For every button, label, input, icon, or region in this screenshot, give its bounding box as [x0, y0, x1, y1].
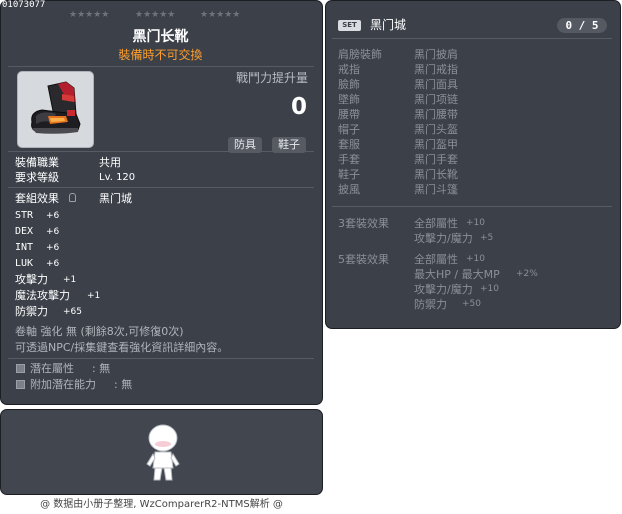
divider: [8, 66, 314, 67]
set-effect-5-label: 5套裝效果: [338, 253, 389, 266]
set-slot-type: 臉飾: [338, 78, 360, 91]
potential-label: 潛在屬性: [30, 362, 74, 375]
stat-value: +65: [63, 307, 82, 317]
set-slot-item: 黑门手套: [414, 153, 458, 166]
set-slot-type: 披風: [338, 183, 360, 196]
set-effect-value: 黑门城: [99, 192, 132, 205]
set-slot-type: 套服: [338, 138, 360, 151]
set-slot-type: 肩膀裝飾: [338, 48, 382, 61]
stat-value: +6: [46, 243, 60, 253]
additional-potential-value: : 無: [114, 378, 133, 391]
set-slot-item: 黑门盔甲: [414, 138, 458, 151]
stat-name: INT: [15, 242, 34, 253]
divider: [8, 151, 314, 152]
set-effect-value: +10: [480, 284, 499, 294]
set-effect-name: 全部屬性: [414, 253, 458, 266]
set-slot-item: 黑门戒指: [414, 63, 458, 76]
additional-potential-bullet-icon: [16, 380, 25, 389]
job-label: 裝備職業: [15, 156, 59, 169]
boot-icon: [31, 81, 81, 134]
star-force-group-1: ★★★★★: [69, 10, 110, 20]
item-icon-frame: [17, 71, 94, 148]
divider: [332, 38, 612, 39]
divider: [332, 206, 612, 207]
set-slot-item: 黑门腰带: [414, 108, 458, 121]
set-slot-item: 黑门头盔: [414, 123, 458, 136]
set-slot-item: 黑门斗篷: [414, 183, 458, 196]
stat-name: STR: [15, 210, 34, 221]
stat-name: LUK: [15, 258, 34, 269]
item-id: 01073077: [2, 0, 46, 10]
stat-name: 攻擊力: [15, 273, 48, 286]
stat-name: 防禦力: [15, 305, 48, 318]
set-slot-type: 戒指: [338, 63, 360, 76]
level-value: Lv. 120: [99, 172, 136, 183]
set-effect-value: +10: [466, 254, 485, 264]
character-avatar: [146, 424, 180, 481]
additional-potential-label: 附加潛在能力: [30, 378, 96, 391]
stat-value: +6: [46, 227, 60, 237]
scroll-info: 卷軸 強化 無 (剩餘8次,可修復0次): [15, 325, 184, 338]
set-name: 黑门城: [370, 18, 407, 32]
stat-value: +1: [63, 275, 77, 285]
star-force-group-3: ★★★★★: [200, 10, 241, 20]
footer-credit: @ 数据由小册子整理, WzComparerR2-NTMS解析 @: [40, 499, 283, 510]
set-effect-name: 最大HP / 最大MP: [414, 268, 500, 281]
avatar-preview-panel: [0, 409, 323, 495]
set-count: 0 / 5: [557, 18, 607, 33]
stat-value: +1: [87, 291, 101, 301]
potential-bullet-icon: [16, 364, 25, 373]
set-effect-label: 套組效果: [15, 192, 59, 205]
set-effect-value: +5: [480, 233, 494, 243]
lock-icon: [69, 193, 76, 202]
job-value: 共用: [99, 156, 121, 169]
stat-name: 魔法攻擊力: [15, 289, 70, 302]
stat-value: +6: [46, 211, 60, 221]
set-slot-type: 墜飾: [338, 93, 360, 106]
set-effect-name: 攻擊力/魔力: [414, 283, 473, 296]
stat-value: +6: [46, 259, 60, 269]
item-name: 黑门长靴: [132, 29, 189, 45]
set-effect-value: +10: [466, 218, 485, 228]
potential-value: : 無: [92, 362, 111, 375]
set-effect-value: +2%: [516, 269, 538, 279]
set-effect-3-label: 3套裝效果: [338, 217, 389, 230]
set-slot-type: 鞋子: [338, 168, 360, 181]
set-effect-name: 攻擊力/魔力: [414, 232, 473, 245]
set-slot-item: 黑门披肩: [414, 48, 458, 61]
set-slot-type: 腰帶: [338, 108, 360, 121]
combat-power-value: 0: [291, 94, 308, 120]
set-effect-name: 防禦力: [414, 298, 447, 311]
set-slot-item: 黑门长靴: [414, 168, 458, 181]
combat-power-label: 戰鬥力提升量: [236, 71, 309, 85]
set-slot-item: 黑门项链: [414, 93, 458, 106]
set-slot-type: 帽子: [338, 123, 360, 136]
divider: [8, 187, 314, 188]
star-force-group-2: ★★★★★: [135, 10, 176, 20]
set-effect-name: 全部屬性: [414, 217, 458, 230]
set-slot-type: 手套: [338, 153, 360, 166]
level-label: 要求等級: [15, 171, 59, 184]
trade-status: 裝備時不可交換: [118, 48, 203, 62]
stat-name: DEX: [15, 226, 34, 237]
set-badge: SET: [338, 20, 361, 31]
npc-info: 可透過NPC/採集鍵查看強化資訊詳細內容。: [15, 341, 229, 354]
set-slot-item: 黑门面具: [414, 78, 458, 91]
divider: [8, 358, 314, 359]
set-effect-value: +50: [462, 299, 481, 309]
